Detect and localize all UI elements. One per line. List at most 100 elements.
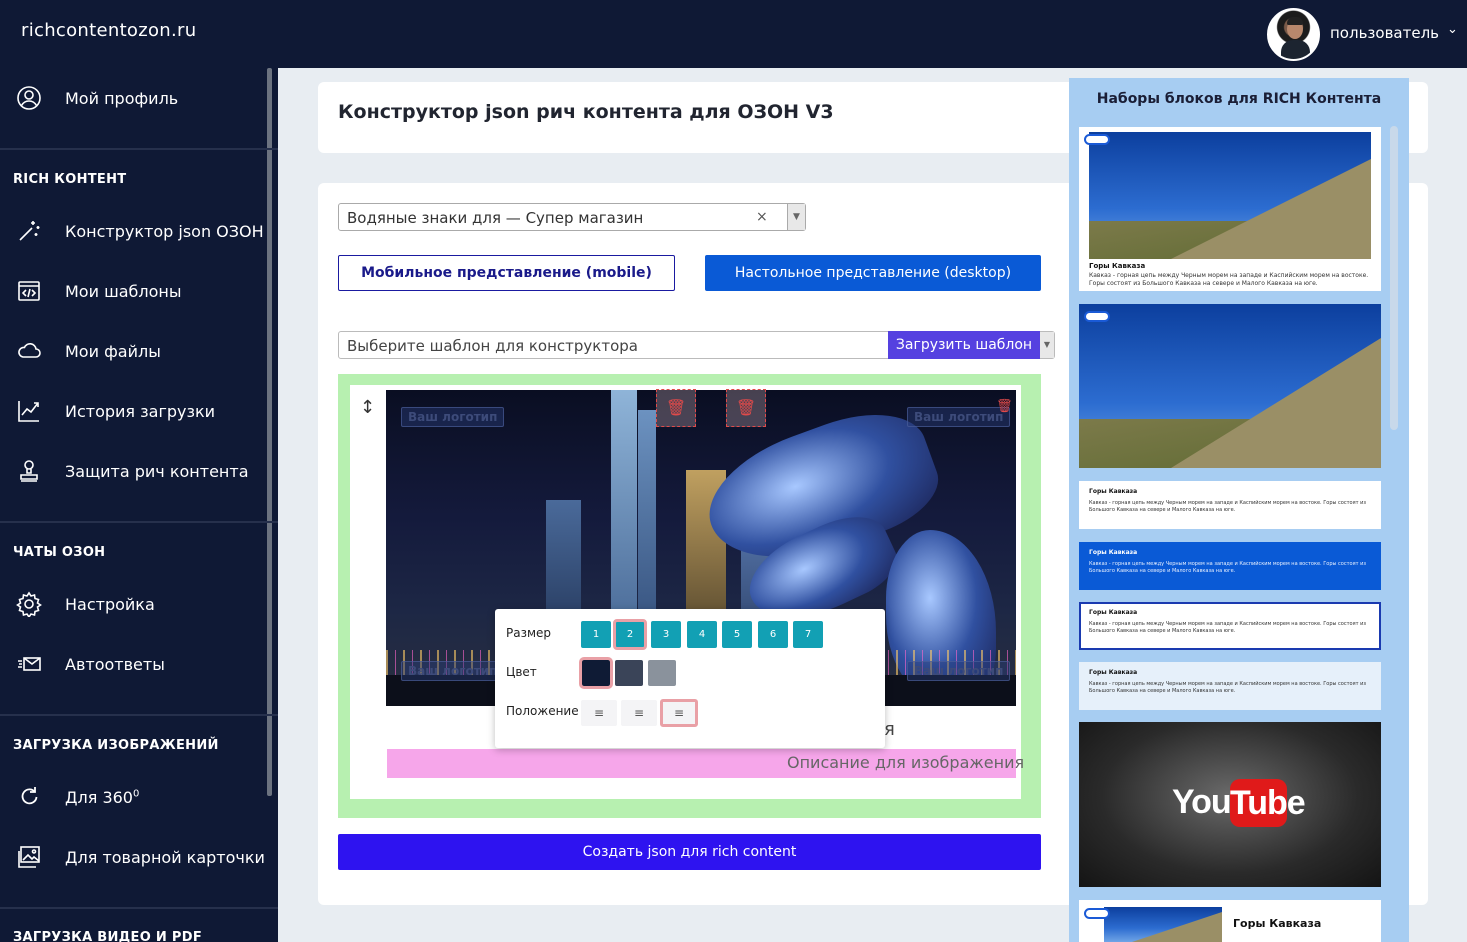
image-description[interactable]: Описание для изображения [787,753,1024,772]
trash-icon[interactable]: 🗑 [726,389,766,427]
block-text: Кавказ - горная цепь между Черным морем … [1089,681,1366,694]
clear-icon[interactable]: × [756,209,768,225]
top-bar [0,0,1467,68]
toggle-icon [1084,311,1110,322]
block-text: Кавказ - горная цепь между Черным морем … [1089,500,1366,513]
block-text: Кавказ - горная цепь между Черным морем … [1089,561,1366,574]
sidebar-section-chats: ЧАТЫ ОЗОН [13,545,106,560]
block-text: Кавказ - горная цепь между Черным морем … [1089,621,1366,634]
trash-icon[interactable]: 🗑 [656,389,696,427]
size-button-6[interactable]: 6 [758,621,788,648]
sidebar-item-protection[interactable]: Защита рич контента [0,451,266,491]
sidebar-item-label: Настройка [65,594,155,614]
sidebar-divider [0,907,278,909]
sidebar-item-label: Для товарной карточки [65,847,265,867]
blocks-panel-scrollbar[interactable] [1390,126,1398,430]
sidebar-divider [0,714,278,716]
avatar[interactable] [1267,8,1320,61]
gear-icon [14,589,44,619]
size-button-4[interactable]: 4 [687,621,717,648]
logo-placeholder-top-left[interactable]: Ваш логотип [401,407,505,427]
page-title: Конструктор json рич контента для ОЗОН V… [338,101,834,123]
block-title: Горы Кавказа [1089,262,1146,270]
cloud-icon [14,336,44,366]
size-button-1[interactable]: 1 [581,621,611,648]
sidebar-section-video: ЗАГРУЗКА ВИДЕО И PDF [13,930,203,942]
block-thumbnail-image [1104,907,1222,942]
sidebar-item-autoreplies[interactable]: Автоответы [0,644,266,684]
trash-icon[interactable]: 🗑 [996,399,1013,414]
images-icon [14,842,44,872]
sidebar-item-360[interactable]: Для 3600 [0,777,266,817]
sidebar-item-profile[interactable]: Мой профиль [0,78,266,118]
logo-placeholder-top-right[interactable]: Ваш логотип [907,407,1011,427]
youtube-logo-text: You [1172,783,1232,821]
desktop-view-button[interactable]: Настольное представление (desktop) [705,255,1041,291]
logo-placeholder-bottom-left[interactable]: Ваш логотип [401,661,505,681]
sidebar-item-label: Для 3600 [65,787,140,807]
block-template-image[interactable] [1079,304,1381,468]
sidebar-item-product-card[interactable]: Для товарной карточки [0,837,266,877]
sidebar-item-label: Конструктор json ОЗОН [65,221,264,241]
watermark-select-value: Водяные знаки для — Супер магазин [347,209,644,227]
sidebar-item-files[interactable]: Мои файлы [0,331,266,371]
create-json-button[interactable]: Создать json для rich content [338,834,1041,870]
block-text: Кавказ - горная цепь между Черным морем … [1089,272,1369,287]
template-select-placeholder: Выберите шаблон для конструктора [347,337,638,355]
chart-line-icon [14,396,44,426]
align-left-icon[interactable]: ≡ [581,700,617,726]
logo-placeholder-bottom-right[interactable]: Ваш логотип [907,661,1011,681]
position-label: Положение [506,704,579,718]
color-swatch-gray[interactable] [648,660,676,686]
site-logo[interactable]: richcontentozon.ru [21,20,196,41]
block-thumbnail-image [1089,132,1371,259]
youtube-logo-badge: Tube [1230,779,1306,827]
block-title: Горы Кавказа [1089,609,1138,616]
code-window-icon [14,276,44,306]
block-title: Горы Кавказа [1089,488,1138,495]
sidebar-item-label: История загрузки [65,401,216,421]
size-button-2[interactable]: 2 [613,619,647,650]
color-swatch-slate[interactable] [615,660,643,686]
align-center-icon[interactable]: ≡ [621,700,657,726]
chevron-down-icon[interactable]: ⌄ [1447,22,1458,37]
mobile-view-button[interactable]: Мобильное представление (mobile) [338,255,675,291]
toggle-icon [1084,908,1110,919]
sidebar-item-label: Защита рич контента [65,461,249,481]
size-button-3[interactable]: 3 [651,621,681,648]
sidebar-divider [0,521,278,523]
sidebar-section-images: ЗАГРУЗКА ИЗОБРАЖЕНИЙ [13,738,219,753]
chevron-down-icon[interactable]: ▼ [787,204,805,230]
sidebar-item-settings[interactable]: Настройка [0,584,266,624]
color-label: Цвет [506,665,537,679]
align-right-icon[interactable]: ≡ [660,699,698,727]
block-title: Горы Кавказа [1089,669,1138,676]
sidebar-item-history[interactable]: История загрузки [0,391,266,431]
user-circle-icon [14,83,44,113]
sidebar-item-templates[interactable]: Мои шаблоны [0,271,266,311]
size-label: Размер [506,626,552,640]
block-title: Горы Кавказа [1089,549,1138,556]
size-button-5[interactable]: 5 [722,621,752,648]
stamp-icon [14,456,44,486]
size-button-7[interactable]: 7 [793,621,823,648]
block-title: Горы Кавказа [1233,917,1322,930]
sidebar-item-label: Мои шаблоны [65,281,182,301]
username[interactable]: пользователь [1330,24,1439,42]
sidebar-scrollbar[interactable] [267,68,272,796]
sidebar-item-label: Автоответы [65,654,165,674]
blocks-panel-title: Наборы блоков для RICH Контента [1096,91,1382,107]
rotate-icon [14,782,44,812]
mail-fast-icon [14,649,44,679]
toggle-icon [1084,134,1110,145]
chevron-down-icon[interactable]: ▼ [1040,332,1054,358]
sidebar-item-constructor[interactable]: Конструктор json ОЗОН [0,211,266,251]
sidebar-divider [0,148,278,150]
sidebar-item-label: Мои файлы [65,341,161,361]
drag-handle-icon[interactable]: ↕ [360,397,375,418]
load-template-button[interactable]: Загрузить шаблон [888,331,1040,359]
title-fragment: я [884,719,895,740]
watermark-select[interactable]: Водяные знаки для — Супер магазин × ▼ [338,203,806,231]
sidebar-item-label: Мой профиль [65,88,179,108]
color-swatch-dark[interactable] [579,657,613,689]
